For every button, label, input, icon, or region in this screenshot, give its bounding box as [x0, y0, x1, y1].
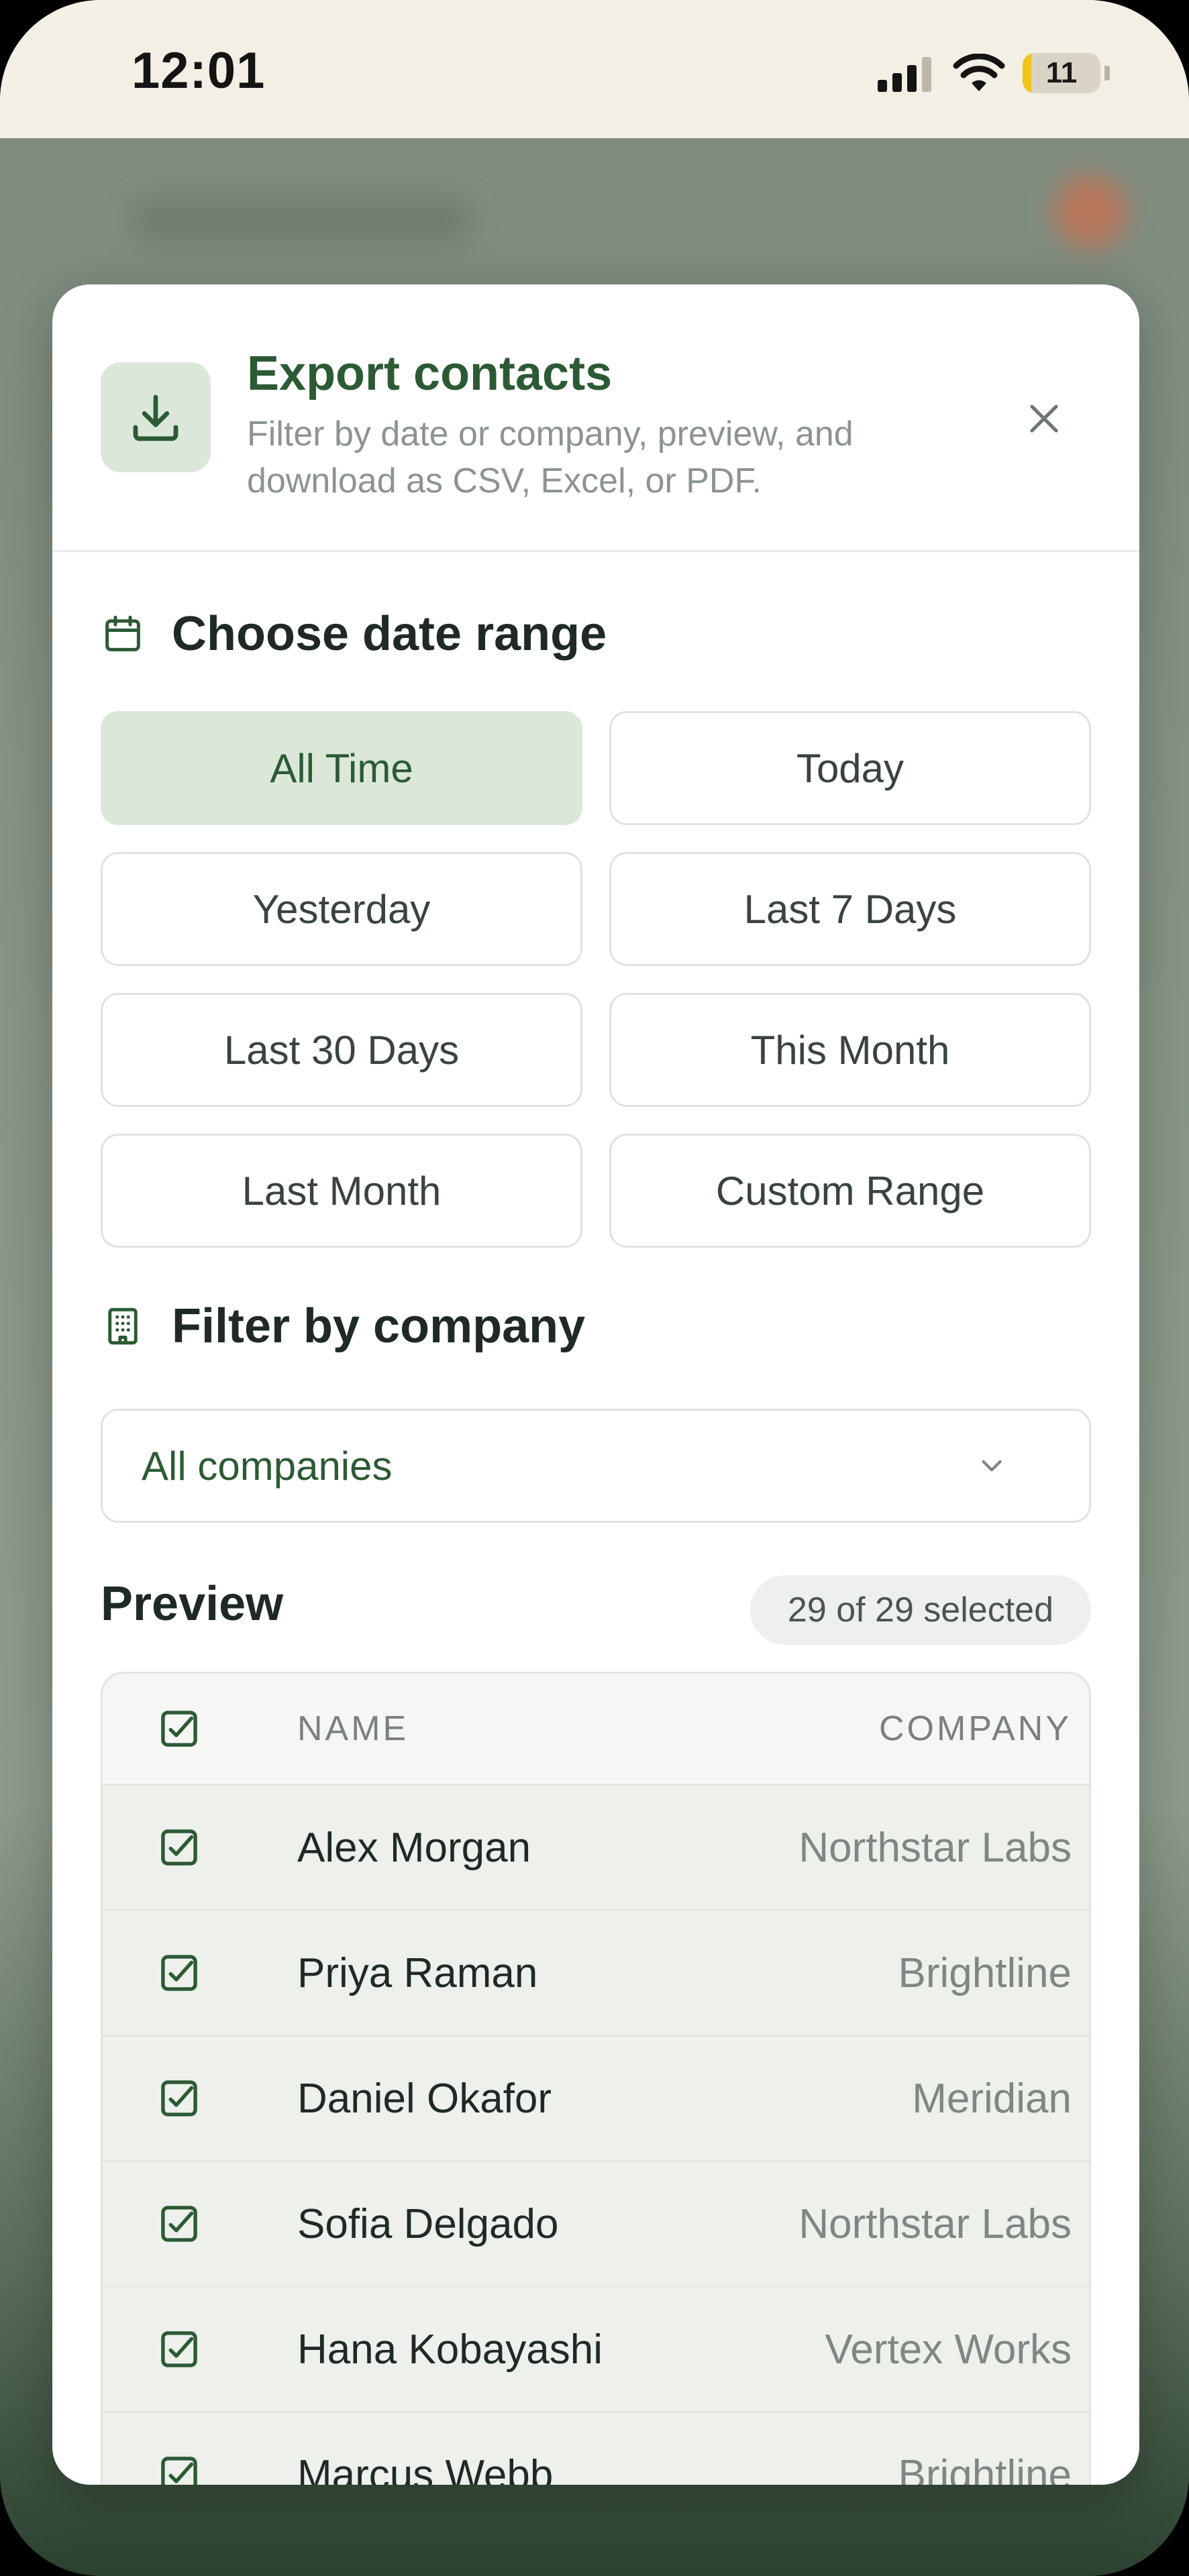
- background-blur: [134, 201, 470, 241]
- date-option-this-month[interactable]: This Month: [609, 993, 1091, 1107]
- row-company: Brightline: [898, 1949, 1072, 1996]
- table-row[interactable]: Marcus Webb Brightline: [103, 2413, 1089, 2485]
- table-row[interactable]: Alex Morgan Northstar Labs: [103, 1786, 1089, 1911]
- company-select-value: All companies: [142, 1443, 393, 1489]
- company-select[interactable]: All companies: [101, 1409, 1091, 1523]
- table-header: NAME COMPANY: [103, 1674, 1089, 1786]
- row-checkbox-icon[interactable]: [156, 1950, 202, 1996]
- export-contacts-dialog: Export contacts Filter by date or compan…: [52, 284, 1139, 2485]
- select-all-checkbox-icon[interactable]: [156, 1706, 202, 1752]
- close-button[interactable]: [1016, 390, 1072, 447]
- preview-table: NAME COMPANY Alex Morgan Northstar Labs Pr…: [101, 1672, 1091, 2485]
- table-row[interactable]: Daniel Okafor Meridian: [103, 2037, 1089, 2162]
- dialog-title: Export contacts: [247, 347, 613, 400]
- row-company: Northstar Labs: [798, 2200, 1072, 2247]
- battery-cap: [1104, 66, 1110, 80]
- row-name: Marcus Webb: [297, 2451, 554, 2485]
- column-header-name: NAME: [297, 1709, 409, 1748]
- date-range-options: All Time Today Yesterday Last 7 Days Las…: [101, 711, 1091, 1248]
- table-row[interactable]: Sofia Delgado Northstar Labs: [103, 2162, 1089, 2288]
- date-option-last-30-days[interactable]: Last 30 Days: [101, 993, 582, 1107]
- row-company: Brightline: [898, 2451, 1072, 2485]
- row-checkbox-icon[interactable]: [156, 2326, 202, 2372]
- battery-level: 11: [1045, 56, 1078, 89]
- row-name: Priya Raman: [297, 1949, 538, 1996]
- status-bar: 12:01 11: [0, 0, 1189, 138]
- table-row[interactable]: Hana Kobayashi Vertex Works: [103, 2288, 1089, 2413]
- date-range-heading: Choose date range: [101, 606, 607, 661]
- preview-title: Preview: [101, 1577, 284, 1631]
- row-name: Sofia Delgado: [297, 2200, 559, 2247]
- date-option-last-7-days[interactable]: Last 7 Days: [609, 852, 1091, 966]
- row-checkbox-cell: [103, 2076, 297, 2121]
- column-header-company: COMPANY: [878, 1709, 1072, 1748]
- phone-screen: 12:01 11 Export contacts Filter by date …: [0, 0, 1189, 2576]
- cellular-signal-icon: [878, 57, 931, 92]
- date-range-title: Choose date range: [172, 607, 607, 661]
- dialog-header: Export contacts Filter by date or compan…: [52, 284, 1139, 552]
- calendar-icon: [105, 615, 140, 651]
- battery-indicator: 11: [1023, 53, 1100, 93]
- row-company: Vertex Works: [825, 2326, 1072, 2373]
- date-option-yesterday[interactable]: Yesterday: [101, 852, 582, 966]
- close-icon: [1030, 405, 1058, 433]
- selected-count-badge: 29 of 29 selected: [749, 1575, 1091, 1645]
- row-checkbox-icon[interactable]: [156, 2452, 202, 2485]
- row-checkbox-icon[interactable]: [156, 2076, 202, 2121]
- date-option-today[interactable]: Today: [609, 711, 1091, 825]
- row-name: Daniel Okafor: [297, 2075, 552, 2122]
- date-option-custom-range[interactable]: Custom Range: [609, 1134, 1091, 1248]
- status-icons: 11: [878, 50, 1110, 97]
- status-time: 12:01: [132, 42, 266, 99]
- row-name: Alex Morgan: [297, 1824, 531, 1871]
- building-icon: [108, 1307, 138, 1345]
- row-company: Northstar Labs: [798, 1824, 1072, 1871]
- date-option-all-time[interactable]: All Time: [101, 711, 582, 825]
- row-company: Meridian: [912, 2075, 1072, 2122]
- company-filter-heading: Filter by company: [101, 1299, 585, 1354]
- row-checkbox-icon[interactable]: [156, 1825, 202, 1870]
- table-row[interactable]: Priya Raman Brightline: [103, 1911, 1089, 2037]
- chevron-down-icon: [982, 1460, 1002, 1472]
- background-avatar-blur: [1053, 174, 1127, 248]
- download-icon: [101, 362, 211, 472]
- company-filter-title: Filter by company: [172, 1299, 586, 1353]
- row-checkbox-cell: [103, 2326, 297, 2372]
- row-checkbox-cell: [103, 2201, 297, 2247]
- row-name: Hana Kobayashi: [297, 2326, 603, 2373]
- table-body: Alex Morgan Northstar Labs Priya Raman Brig…: [103, 1786, 1089, 2485]
- row-checkbox-cell: [103, 1825, 297, 1870]
- select-all-cell: [103, 1706, 297, 1752]
- dialog-subtitle: Filter by date or company, preview, and …: [247, 415, 854, 500]
- row-checkbox-cell: [103, 2452, 297, 2485]
- date-option-last-month[interactable]: Last Month: [101, 1134, 582, 1248]
- wifi-icon: [953, 54, 1005, 91]
- row-checkbox-cell: [103, 1950, 297, 1996]
- row-checkbox-icon[interactable]: [156, 2201, 202, 2247]
- battery-fill: [1023, 53, 1031, 93]
